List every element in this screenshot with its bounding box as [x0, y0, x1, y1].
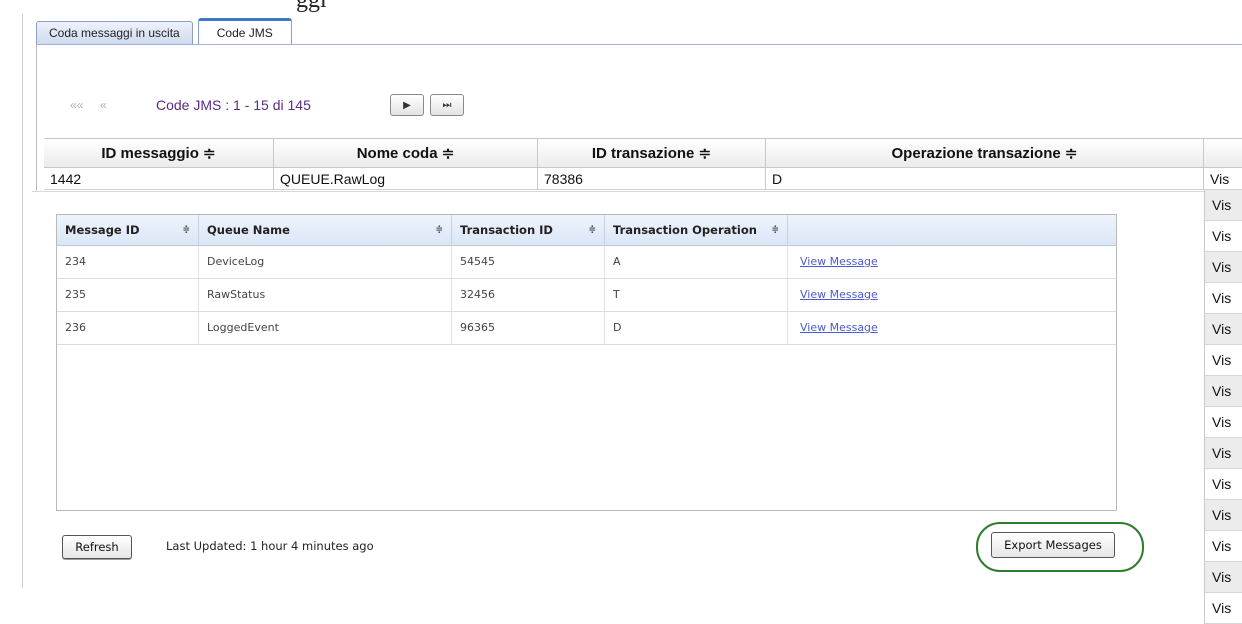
col-header-action [788, 215, 1116, 245]
view-link[interactable]: Vis [1204, 593, 1242, 624]
top-strip: ggi [0, 0, 1242, 14]
left-rule [22, 14, 23, 588]
col-header-transaction-id[interactable]: Transaction ID ≑ [452, 215, 605, 245]
cell-transaction-id: 54545 [452, 246, 605, 278]
cell-message-id: 1442 [44, 168, 274, 190]
col-header-transaction-operation[interactable]: Operazione transazione ≑ [766, 138, 1204, 168]
bg-right-column: Vis Vis Vis Vis Vis Vis Vis Vis Vis Vis … [1204, 190, 1242, 624]
view-link[interactable]: Vis [1204, 314, 1242, 345]
col-header-message-id[interactable]: ID messaggio ≑ [44, 138, 274, 168]
tab-bar: Coda messaggi in uscita Code JMS [36, 18, 297, 45]
col-label: Transaction ID [460, 223, 553, 237]
messages-table-header: Message ID ≑ Queue Name ≑ Transaction ID… [57, 215, 1116, 246]
next-page-button[interactable]: ▶ [390, 94, 424, 116]
view-link[interactable]: Vis [1204, 531, 1242, 562]
view-link[interactable]: Vis [1204, 221, 1242, 252]
col-header-message-id[interactable]: Message ID ≑ [57, 215, 199, 245]
view-link[interactable]: Vis [1204, 469, 1242, 500]
col-header-transaction-id[interactable]: ID transazione ≑ [538, 138, 766, 168]
cell-transaction-id: 96365 [452, 312, 605, 344]
table-row: 236 LoggedEvent 96365 D View Message [57, 312, 1116, 345]
col-label: Queue Name [207, 223, 290, 237]
table-row: 1442 QUEUE.RawLog 78386 D Vis [44, 168, 1242, 190]
cell-queue-name: LoggedEvent [199, 312, 452, 344]
bg-table-header: ID messaggio ≑ Nome coda ≑ ID transazion… [44, 138, 1242, 168]
col-header-queue-name[interactable]: Nome coda ≑ [274, 138, 538, 168]
view-link[interactable]: Vis [1204, 168, 1242, 190]
cell-transaction-operation: D [766, 168, 1204, 190]
partial-heading: ggi [296, 0, 327, 13]
col-header-action [1204, 138, 1242, 168]
cell-transaction-id: 78386 [538, 168, 766, 190]
sort-icon[interactable]: ≑ [435, 215, 443, 245]
cell-message-id: 235 [57, 279, 199, 311]
next-icon: ▶ [403, 99, 411, 111]
cell-transaction-operation: T [605, 279, 788, 311]
last-page-button[interactable]: ⏭ [430, 94, 464, 116]
table-row: 234 DeviceLog 54545 A View Message [57, 246, 1116, 279]
col-header-transaction-operation[interactable]: Transaction Operation ≑ [605, 215, 788, 245]
pager-range-label: Code JMS : 1 - 15 di 145 [156, 97, 311, 113]
table-row: 235 RawStatus 32456 T View Message [57, 279, 1116, 312]
view-message-link[interactable]: View Message [788, 312, 1116, 344]
view-link[interactable]: Vis [1204, 345, 1242, 376]
cell-transaction-operation: D [605, 312, 788, 344]
first-page-button[interactable]: «« [70, 98, 100, 112]
view-message-link[interactable]: View Message [788, 279, 1116, 311]
view-link[interactable]: Vis [1204, 252, 1242, 283]
cell-queue-name: QUEUE.RawLog [274, 168, 538, 190]
view-link[interactable]: Vis [1204, 500, 1242, 531]
last-updated-text: Last Updated: 1 hour 4 minutes ago [166, 539, 374, 553]
col-header-queue-name[interactable]: Queue Name ≑ [199, 215, 452, 245]
messages-dialog: Message ID ≑ Queue Name ≑ Transaction ID… [32, 191, 1204, 589]
cell-message-id: 234 [57, 246, 199, 278]
cell-message-id: 236 [57, 312, 199, 344]
sort-icon[interactable]: ≑ [588, 215, 596, 245]
col-label: Message ID [65, 223, 140, 237]
cell-queue-name: RawStatus [199, 279, 452, 311]
refresh-button[interactable]: Refresh [62, 535, 132, 559]
view-link[interactable]: Vis [1204, 407, 1242, 438]
export-messages-button[interactable]: Export Messages [991, 532, 1115, 558]
tab-jms-queues[interactable]: Code JMS [197, 18, 292, 45]
last-page-icon: ⏭ [442, 99, 452, 111]
tab-underline [36, 44, 1242, 45]
view-link[interactable]: Vis [1204, 376, 1242, 407]
cell-transaction-id: 32456 [452, 279, 605, 311]
view-message-link[interactable]: View Message [788, 246, 1116, 278]
view-link[interactable]: Vis [1204, 283, 1242, 314]
prev-page-button[interactable]: « [100, 98, 130, 112]
view-link[interactable]: Vis [1204, 438, 1242, 469]
tab-outgoing-queue[interactable]: Coda messaggi in uscita [36, 21, 193, 45]
messages-table: Message ID ≑ Queue Name ≑ Transaction ID… [56, 214, 1117, 511]
view-link[interactable]: Vis [1204, 562, 1242, 593]
col-label: Transaction Operation [613, 223, 757, 237]
sort-icon[interactable]: ≑ [182, 215, 190, 245]
cell-queue-name: DeviceLog [199, 246, 452, 278]
view-link[interactable]: Vis [1204, 190, 1242, 221]
cell-transaction-operation: A [605, 246, 788, 278]
sort-icon[interactable]: ≑ [771, 215, 779, 245]
pager: «« « Code JMS : 1 - 15 di 145 ▶ ⏭ [70, 92, 470, 118]
